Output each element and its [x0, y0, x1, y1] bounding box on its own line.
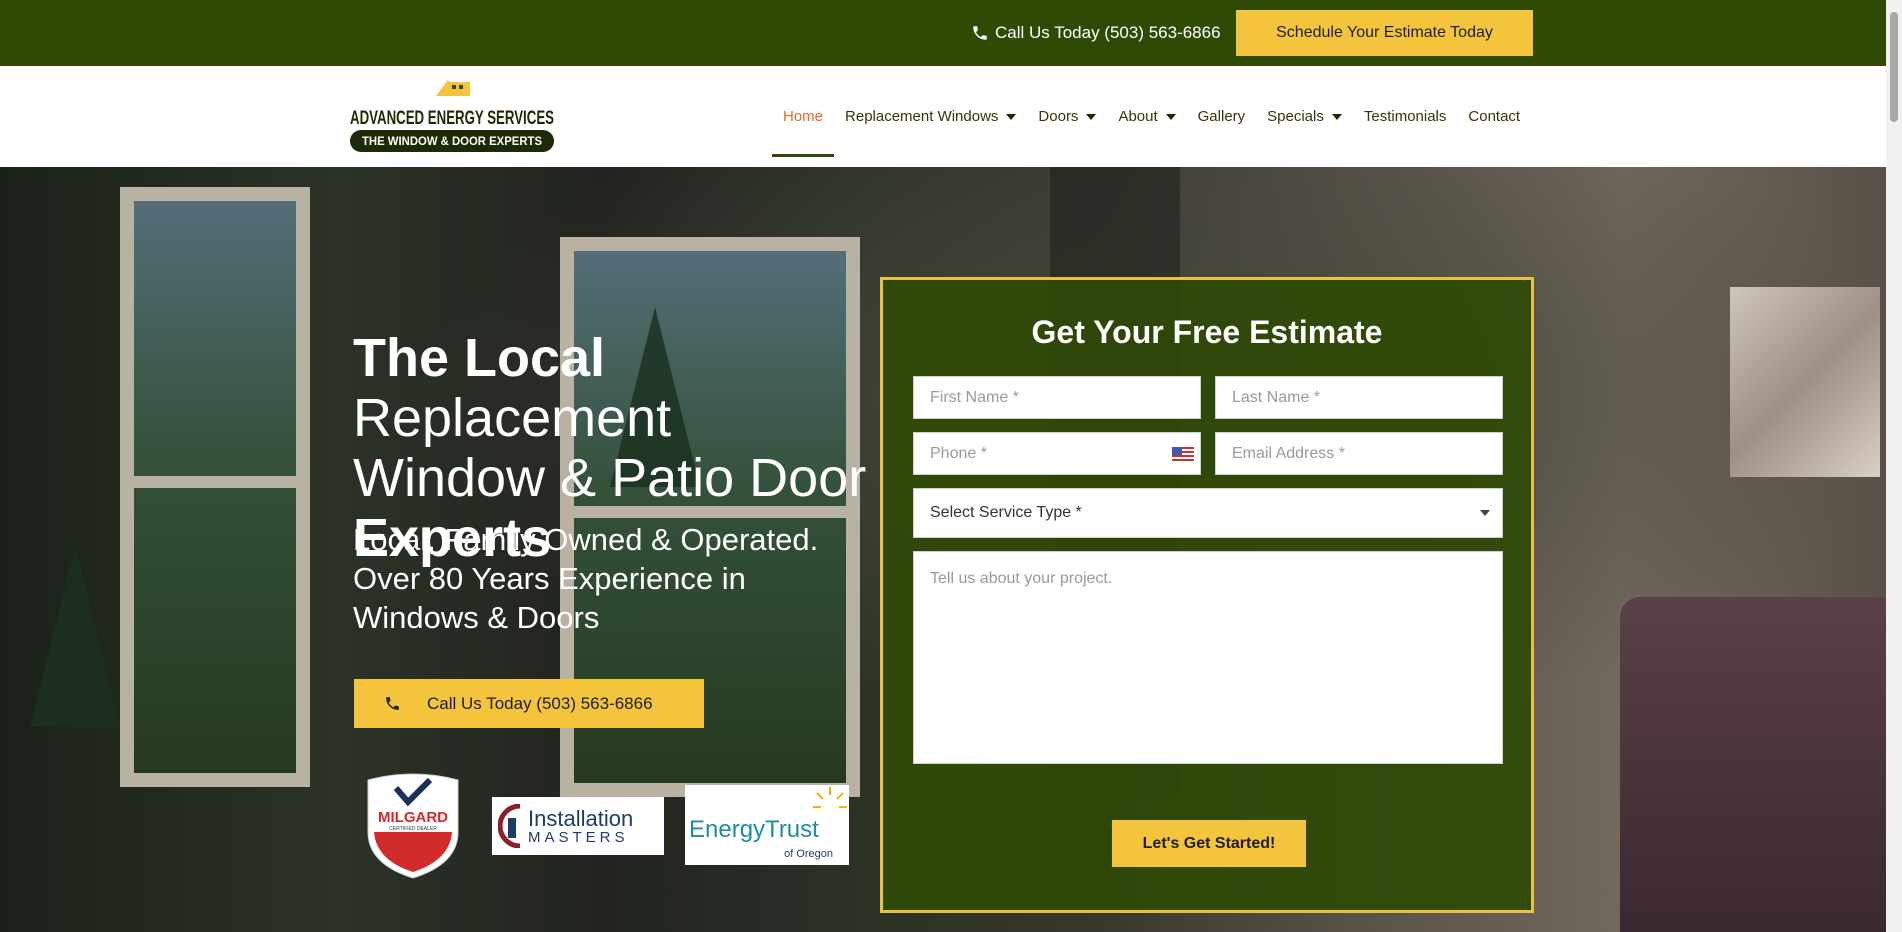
milgard-badge-title: MILGARD [378, 809, 448, 826]
installation-masters-title: Installation [528, 805, 634, 831]
background-painting [1730, 287, 1880, 477]
phone-field[interactable]: Phone * [913, 432, 1201, 475]
nav-testimonials[interactable]: Testimonials [1353, 66, 1458, 167]
nav-testimonials-label: Testimonials [1363, 108, 1447, 125]
nav-contact[interactable]: Contact [1457, 66, 1531, 167]
topbar-phone-label: Call Us Today (503) 563-6866 [995, 23, 1221, 42]
installation-masters-logo-icon [498, 804, 521, 848]
us-flag-icon[interactable] [1172, 447, 1194, 461]
caret-down-icon [1086, 113, 1097, 120]
caret-down-icon [1006, 113, 1017, 120]
first-name-field[interactable]: First Name * [913, 376, 1201, 419]
topbar-phone-link[interactable]: Call Us Today (503) 563-6866 [971, 20, 1221, 46]
headline-bold-part: The Local [353, 328, 606, 388]
nav-replacement-windows[interactable]: Replacement Windows [834, 66, 1027, 167]
chevron-down-icon [1480, 510, 1490, 516]
nav-about[interactable]: About [1107, 66, 1186, 167]
nav-specials-label: Specials [1267, 108, 1324, 125]
phone-placeholder: Phone * [930, 444, 987, 462]
email-placeholder: Email Address * [1232, 444, 1345, 462]
headline-middle-part: Replacement Window & Patio Door [353, 388, 867, 508]
nav-replacement-windows-label: Replacement Windows [845, 108, 999, 125]
submit-estimate-button[interactable]: Let's Get Started! [1112, 820, 1306, 867]
company-logo[interactable]: ADVANCED ENERGY SERVICES THE WINDOW & DO… [348, 78, 556, 156]
hero-call-label: Call Us Today (503) 563-6866 [427, 693, 653, 713]
nav-specials[interactable]: Specials [1256, 66, 1353, 167]
nav-doors[interactable]: Doors [1027, 66, 1107, 167]
estimate-form: Get Your Free Estimate First Name * Last… [880, 277, 1534, 913]
scrollbar-thumb[interactable] [1890, 12, 1898, 122]
nav-contact-label: Contact [1468, 108, 1521, 125]
hero-call-button[interactable]: Call Us Today (503) 563-6866 [354, 679, 704, 728]
caret-down-icon [1331, 113, 1342, 120]
first-name-placeholder: First Name * [930, 388, 1019, 406]
milgard-badge: MILGARD CERTIFIED DEALER [367, 773, 459, 879]
nav-about-label: About [1118, 108, 1158, 125]
form-title: Get Your Free Estimate [1031, 314, 1383, 350]
nav-gallery[interactable]: Gallery [1187, 66, 1257, 167]
nav-gallery-label: Gallery [1197, 108, 1246, 125]
nav-doors-label: Doors [1038, 108, 1079, 125]
installation-masters-text: Installation MASTERS [528, 805, 634, 846]
energy-trust-subtitle: of Oregon [784, 848, 833, 860]
hero-subheadline: Local, Family Owned & Operated. Over 80 … [353, 522, 819, 635]
email-field[interactable]: Email Address * [1215, 432, 1503, 475]
background-bed [1620, 597, 1886, 932]
svg-text:ADVANCED ENERGY SERVICES: ADVANCED ENERGY SERVICES [350, 108, 554, 129]
phone-icon [973, 26, 987, 40]
nav-home-label: Home [783, 108, 824, 125]
service-type-select[interactable]: Select Service Type * [913, 488, 1503, 538]
installation-masters-subtitle: MASTERS [528, 828, 629, 846]
page-scrollbar[interactable] [1886, 0, 1902, 932]
site-header: ADVANCED ENERGY SERVICES THE WINDOW & DO… [0, 66, 1886, 167]
last-name-field[interactable]: Last Name * [1215, 376, 1503, 419]
schedule-estimate-button[interactable]: Schedule Your Estimate Today [1236, 10, 1533, 56]
svg-text:THE WINDOW & DOOR EXPERTS: THE WINDOW & DOOR EXPERTS [362, 134, 542, 148]
background-window [120, 187, 310, 787]
energy-trust-badge: EnergyTrust of Oregon [685, 785, 849, 865]
main-nav: Home Replacement Windows Doors About Gal… [772, 66, 1531, 167]
service-type-value: Select Service Type * [930, 504, 1082, 521]
project-message-placeholder: Tell us about your project. [930, 570, 1113, 587]
energy-trust-title: EnergyTrust [689, 816, 819, 843]
installation-masters-badge: Installation MASTERS [492, 797, 664, 855]
nav-home[interactable]: Home [772, 66, 835, 167]
top-bar: Call Us Today (503) 563-6866 Schedule Yo… [0, 0, 1886, 66]
last-name-placeholder: Last Name * [1232, 388, 1321, 406]
project-message-textarea[interactable]: Tell us about your project. [913, 551, 1503, 764]
phone-icon [386, 697, 399, 710]
milgard-badge-subtitle: CERTIFIED DEALER [389, 826, 437, 832]
caret-down-icon [1165, 113, 1176, 120]
background-tree [30, 547, 120, 727]
